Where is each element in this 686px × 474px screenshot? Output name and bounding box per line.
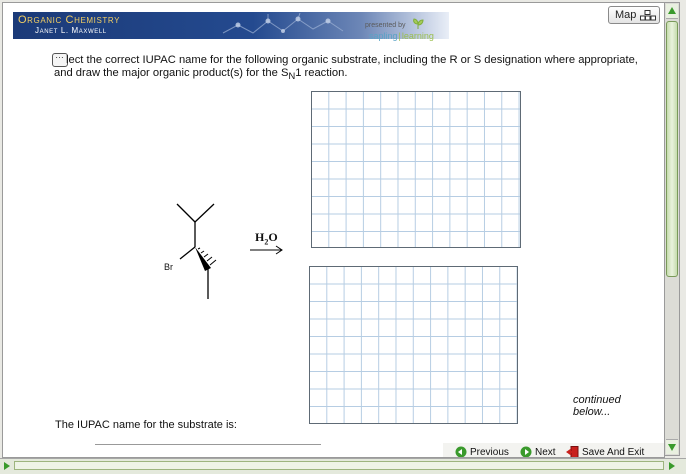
- map-icon: [640, 10, 656, 21]
- save-and-exit-label: Save And Exit: [582, 447, 645, 458]
- main-content-frame: Organic Chemistry Janet L. Maxwell prese…: [2, 2, 665, 458]
- scroll-down-button[interactable]: [666, 439, 678, 454]
- sapling-learning-logo: sapling|learning: [369, 31, 434, 41]
- vertical-scroll-thumb[interactable]: [666, 21, 678, 277]
- next-button-label: Next: [535, 447, 556, 458]
- horizontal-scrollbar[interactable]: [0, 458, 686, 474]
- previous-arrow-icon: [455, 446, 467, 457]
- bromine-label: Br: [164, 262, 173, 272]
- iupac-name-label: The IUPAC name for the substrate is:: [55, 419, 237, 431]
- question-text: lect the correct IUPAC name for the foll…: [54, 54, 638, 82]
- book-banner: Organic Chemistry Janet L. Maxwell prese…: [13, 12, 449, 41]
- brand-learning: learning: [401, 31, 434, 41]
- next-button[interactable]: Next: [520, 446, 556, 458]
- vertical-scrollbar[interactable]: [664, 2, 680, 456]
- substrate-molecule: Br: [164, 203, 217, 299]
- save-and-exit-button[interactable]: Save And Exit: [566, 446, 645, 458]
- drawing-grid-top[interactable]: [311, 91, 521, 248]
- previous-button-label: Previous: [470, 447, 509, 458]
- reaction-arrow-icon: [250, 245, 283, 255]
- scroll-up-button[interactable]: [666, 4, 678, 19]
- next-arrow-icon: [520, 446, 532, 457]
- iupac-answer-field[interactable]: [95, 444, 321, 445]
- banner-title: Organic Chemistry: [18, 14, 121, 26]
- drawing-grid-bottom[interactable]: [309, 266, 518, 424]
- banner-author: Janet L. Maxwell: [35, 26, 107, 35]
- molecule-decoration-icon: [222, 13, 344, 34]
- map-button-label: Map: [615, 9, 637, 21]
- scroll-right-icon[interactable]: [667, 461, 677, 471]
- previous-button[interactable]: Previous: [455, 446, 509, 458]
- navigation-bar: Previous Next Save And Exit: [443, 443, 664, 458]
- sapling-leaf-icon: [413, 18, 424, 29]
- brand-sapling: sapling: [369, 31, 398, 41]
- scroll-down-icon: [668, 444, 676, 451]
- horizontal-scroll-thumb[interactable]: [14, 461, 664, 470]
- scroll-up-icon: [668, 7, 676, 14]
- map-button[interactable]: Map: [608, 6, 660, 24]
- exit-door-icon: [566, 446, 579, 457]
- scroll-left-icon[interactable]: [2, 461, 12, 471]
- presented-by-label: presented by: [365, 22, 406, 29]
- continued-below-note: continued below...: [573, 394, 621, 418]
